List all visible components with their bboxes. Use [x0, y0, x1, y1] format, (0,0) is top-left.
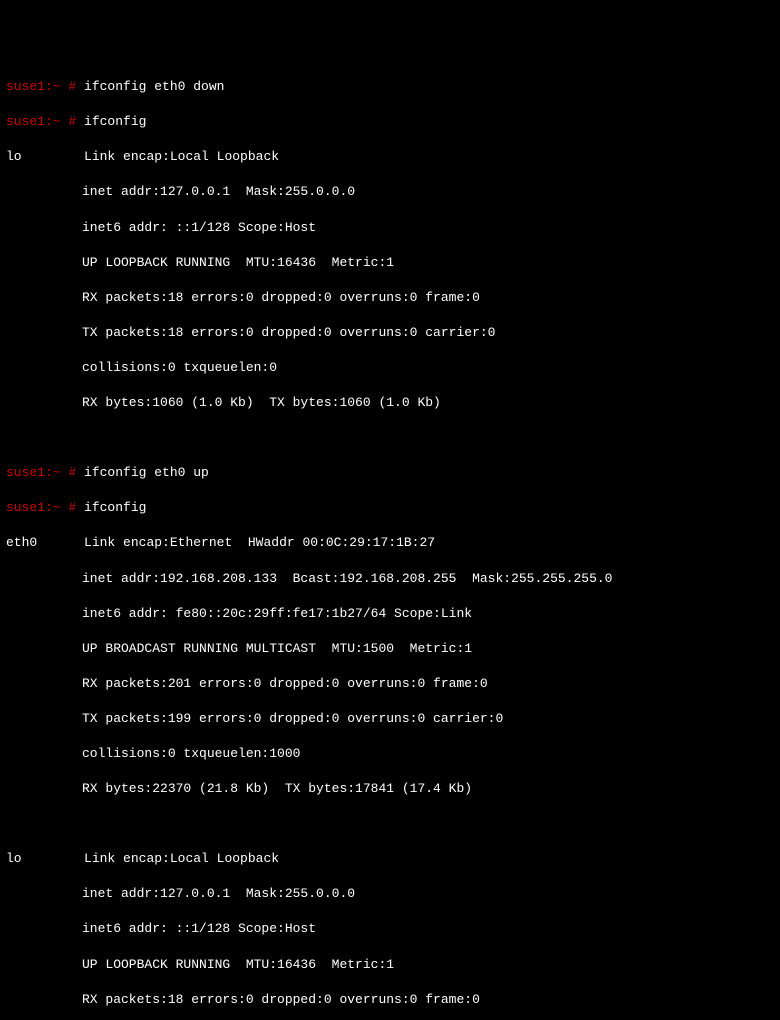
- iface-header: eth0 Link encap:Ethernet HWaddr 00:0C:29…: [6, 534, 774, 552]
- prompt-host: suse1:~ #: [6, 79, 76, 94]
- iface-line: collisions:0 txqueuelen:1000: [6, 745, 774, 763]
- iface-line: TX packets:18 errors:0 dropped:0 overrun…: [6, 324, 774, 342]
- iface-line: Link encap:Local Loopback: [84, 851, 279, 866]
- iface-line: RX bytes:1060 (1.0 Kb) TX bytes:1060 (1.…: [6, 394, 774, 412]
- blank-line: [6, 429, 774, 447]
- iface-line: Link encap:Local Loopback: [84, 149, 279, 164]
- prompt-line[interactable]: suse1:~ # ifconfig: [6, 113, 774, 131]
- command-text: ifconfig: [76, 500, 146, 515]
- iface-line: inet addr:192.168.208.133 Bcast:192.168.…: [6, 570, 774, 588]
- iface-line: RX packets:201 errors:0 dropped:0 overru…: [6, 675, 774, 693]
- iface-header: lo Link encap:Local Loopback: [6, 850, 774, 868]
- prompt-host: suse1:~ #: [6, 500, 76, 515]
- iface-line: UP BROADCAST RUNNING MULTICAST MTU:1500 …: [6, 640, 774, 658]
- blank-line: [6, 815, 774, 833]
- iface-line: RX packets:18 errors:0 dropped:0 overrun…: [6, 991, 774, 1009]
- iface-name: lo: [6, 149, 22, 164]
- iface-line: collisions:0 txqueuelen:0: [6, 359, 774, 377]
- iface-name: eth0: [6, 535, 37, 550]
- iface-name: lo: [6, 851, 22, 866]
- iface-line: inet6 addr: fe80::20c:29ff:fe17:1b27/64 …: [6, 605, 774, 623]
- iface-line: RX packets:18 errors:0 dropped:0 overrun…: [6, 289, 774, 307]
- iface-line: inet addr:127.0.0.1 Mask:255.0.0.0: [6, 183, 774, 201]
- iface-line: UP LOOPBACK RUNNING MTU:16436 Metric:1: [6, 956, 774, 974]
- prompt-host: suse1:~ #: [6, 114, 76, 129]
- prompt-line[interactable]: suse1:~ # ifconfig eth0 down: [6, 78, 774, 96]
- command-text: ifconfig: [76, 114, 146, 129]
- command-text: ifconfig eth0 down: [76, 79, 224, 94]
- iface-line: Link encap:Ethernet HWaddr 00:0C:29:17:1…: [84, 535, 435, 550]
- iface-header: lo Link encap:Local Loopback: [6, 148, 774, 166]
- command-text: ifconfig eth0 up: [76, 465, 209, 480]
- prompt-line[interactable]: suse1:~ # ifconfig: [6, 499, 774, 517]
- iface-line: TX packets:199 errors:0 dropped:0 overru…: [6, 710, 774, 728]
- iface-line: inet6 addr: ::1/128 Scope:Host: [6, 219, 774, 237]
- prompt-host: suse1:~ #: [6, 465, 76, 480]
- iface-line: UP LOOPBACK RUNNING MTU:16436 Metric:1: [6, 254, 774, 272]
- iface-line: inet addr:127.0.0.1 Mask:255.0.0.0: [6, 885, 774, 903]
- iface-line: RX bytes:22370 (21.8 Kb) TX bytes:17841 …: [6, 780, 774, 798]
- iface-line: inet6 addr: ::1/128 Scope:Host: [6, 920, 774, 938]
- prompt-line[interactable]: suse1:~ # ifconfig eth0 up: [6, 464, 774, 482]
